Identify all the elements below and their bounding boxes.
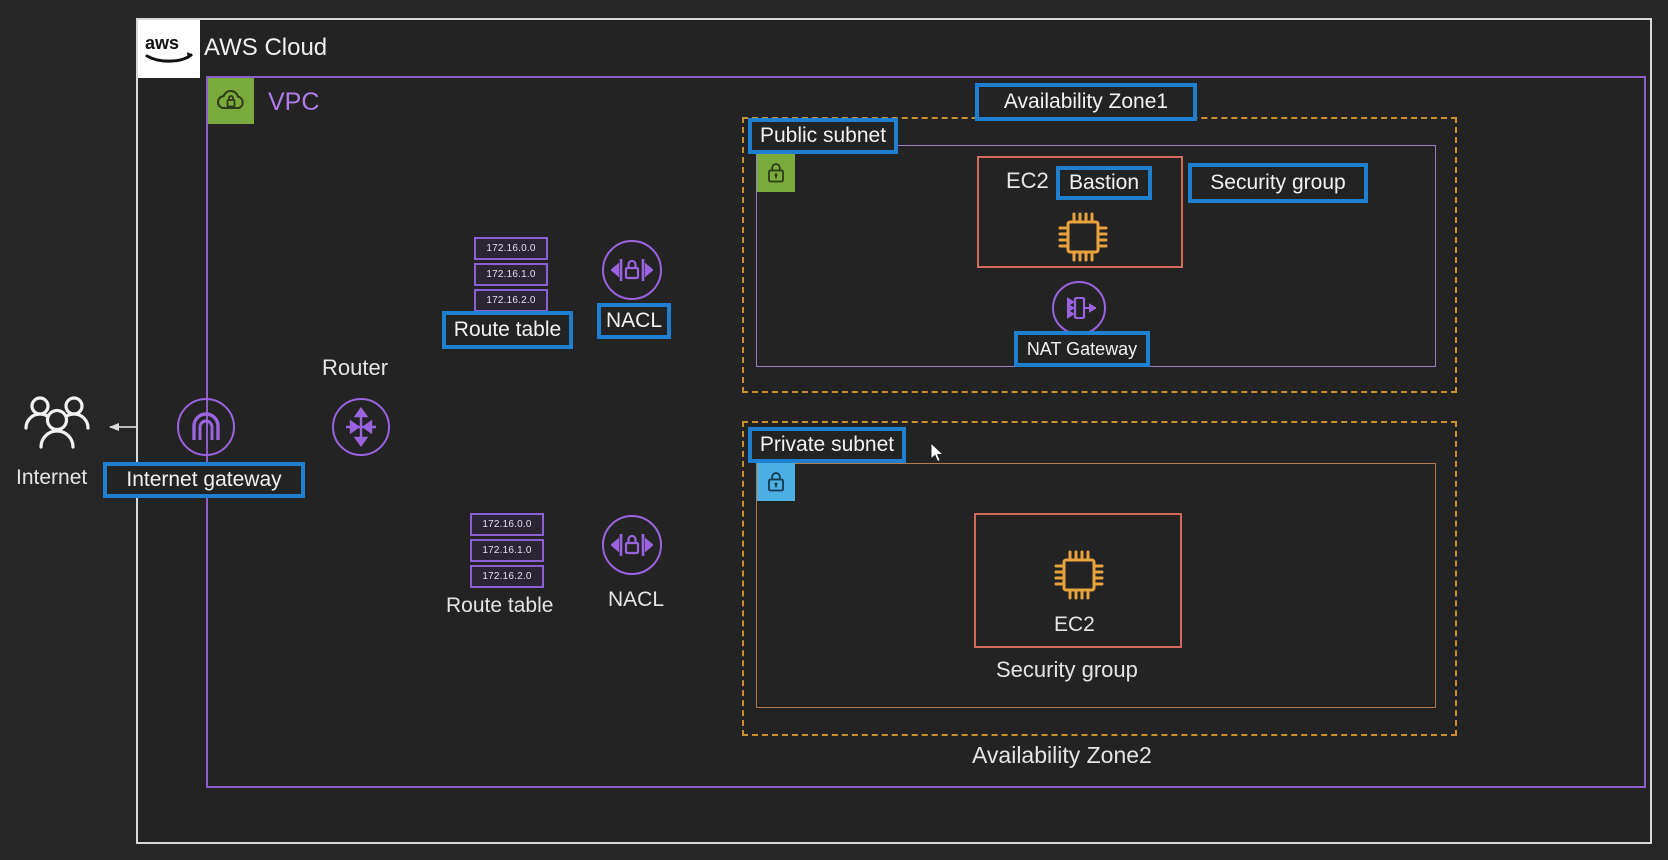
nat-gateway-label: NAT Gateway	[1014, 331, 1150, 367]
availability-zone-1-label: Availability Zone1	[975, 83, 1197, 121]
ec2-chip-icon-bastion	[1054, 208, 1112, 266]
route-entry: 172.16.0.0	[470, 513, 544, 536]
internet-label: Internet	[16, 466, 88, 489]
nat-gateway-icon	[1052, 281, 1106, 335]
route-entry: 172.16.2.0	[470, 565, 544, 588]
diagram-canvas: aws AWS Cloud VPC 172.16.0.0 172.16.1.0 …	[0, 0, 1668, 860]
vpc-cloud-lock-icon	[208, 78, 254, 124]
route-table-private: 172.16.0.0 172.16.1.0 172.16.2.0	[470, 513, 544, 588]
nacl-icon-public	[602, 240, 662, 300]
public-subnet-lock-icon	[757, 154, 795, 192]
bastion-tag-label: Bastion	[1056, 166, 1152, 200]
aws-cloud-label: AWS Cloud	[204, 34, 328, 61]
route-entry: 172.16.1.0	[474, 263, 548, 286]
security-group-label-private: Security group	[996, 657, 1138, 682]
internet-gateway-label: Internet gateway	[103, 462, 305, 498]
aws-logo: aws	[138, 20, 200, 78]
nacl-label-private: NACL	[608, 588, 665, 611]
nacl-label-public: NACL	[597, 303, 671, 339]
security-group-label-public: Security group	[1188, 163, 1368, 203]
availability-zone-2-label: Availability Zone2	[972, 742, 1152, 768]
svg-text:aws: aws	[145, 33, 179, 53]
route-entry: 172.16.0.0	[474, 237, 548, 260]
route-table-label-public: Route table	[442, 311, 573, 349]
ec2-chip-icon-private	[1050, 546, 1108, 604]
public-subnet-label: Public subnet	[748, 118, 898, 154]
router-icon	[332, 398, 390, 456]
route-entry: 172.16.1.0	[470, 539, 544, 562]
internet-gateway-icon	[177, 398, 235, 456]
ec2-label-private: EC2	[1054, 613, 1095, 636]
route-table-public: 172.16.0.0 172.16.1.0 172.16.2.0	[474, 237, 548, 312]
mouse-cursor	[930, 441, 946, 464]
private-subnet-lock-icon	[757, 463, 795, 501]
route-entry: 172.16.2.0	[474, 289, 548, 312]
ec2-label-bastion: EC2	[1006, 168, 1049, 193]
users-icon	[22, 393, 98, 455]
vpc-label: VPC	[268, 88, 320, 116]
route-table-label-private: Route table	[446, 594, 554, 617]
nacl-icon-private	[602, 515, 662, 575]
router-label: Router	[322, 355, 389, 380]
private-subnet-label: Private subnet	[748, 427, 906, 463]
